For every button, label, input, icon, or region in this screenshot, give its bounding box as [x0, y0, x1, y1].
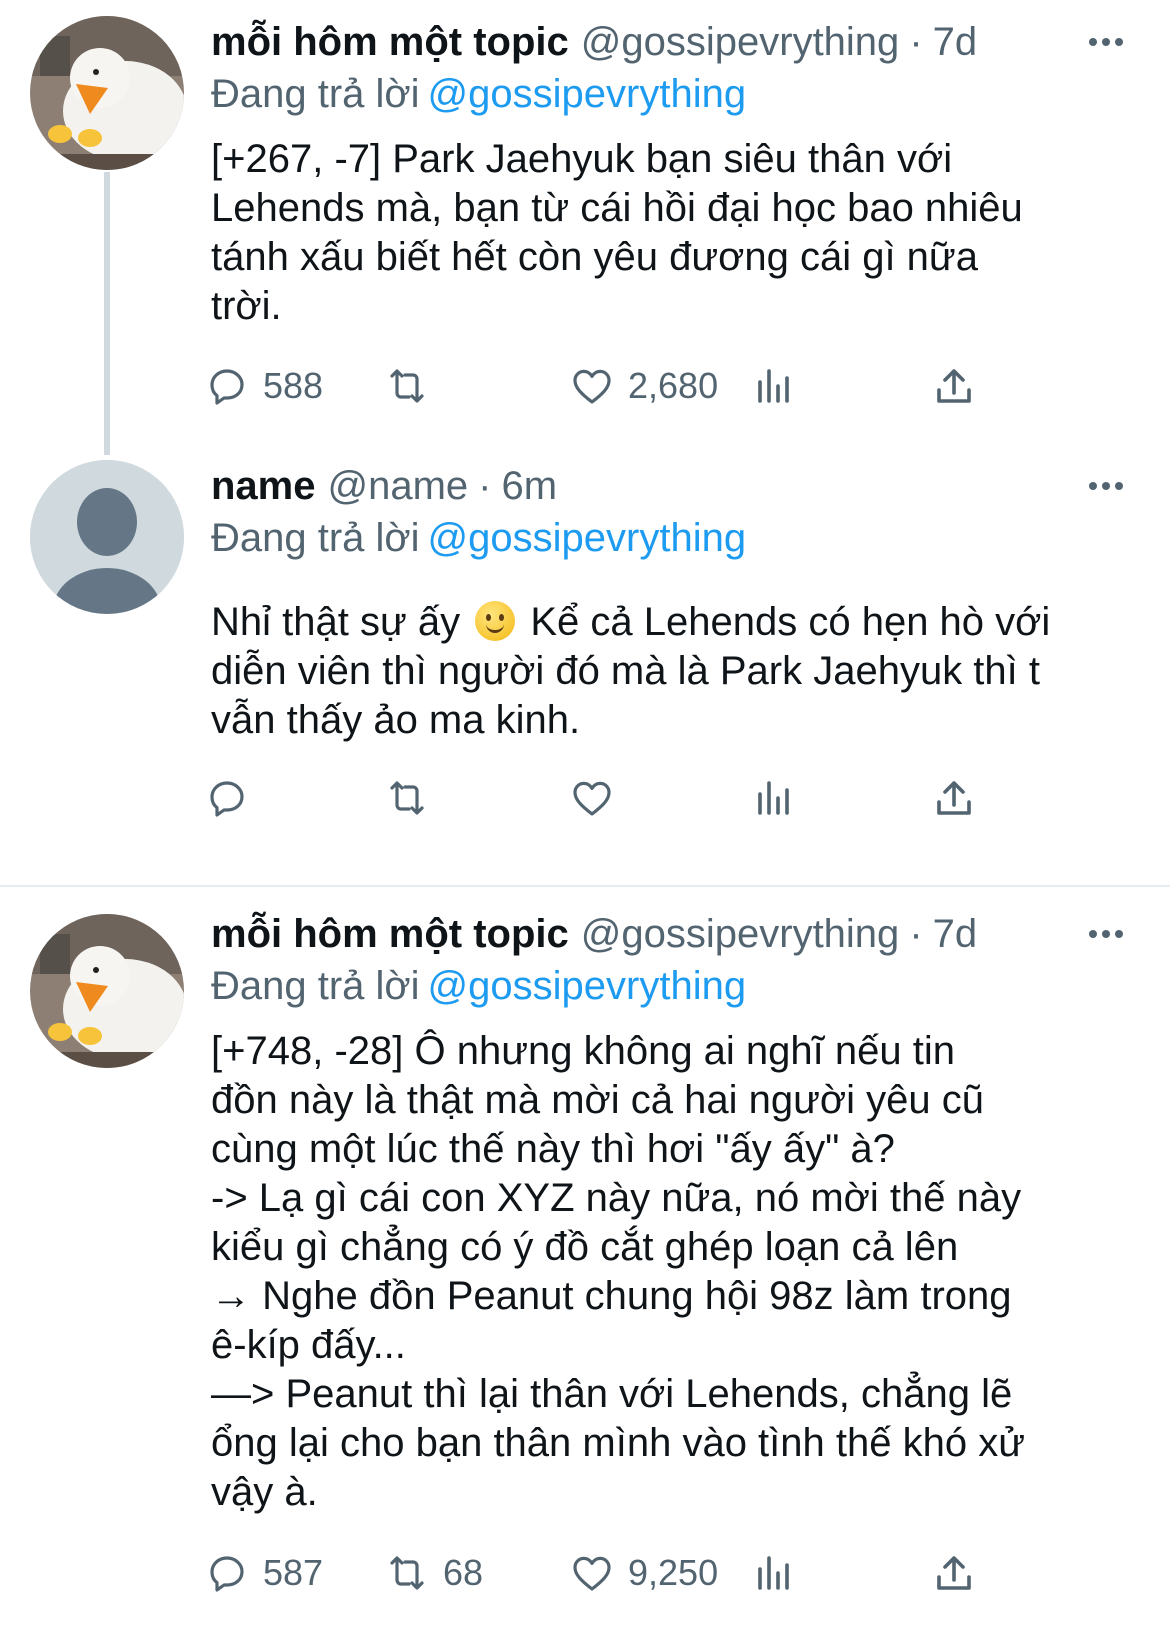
views-icon	[758, 781, 789, 815]
author-handle[interactable]: @name	[328, 460, 469, 512]
share-icon	[937, 1556, 971, 1590]
share-wrap	[0, 356, 1170, 416]
views-icon	[758, 1556, 789, 1590]
tweet[interactable]: name @name · 6m Đang trả lời @gossipevryt…	[0, 455, 1170, 843]
tweet-header: mỗi hôm một topic @gossipevrything · 7d	[211, 16, 1130, 68]
tweet-actions: 587 68 9,250	[0, 1543, 1170, 1603]
retweet-count: 68	[443, 1552, 484, 1593]
heart-icon	[573, 1556, 611, 1591]
more-options-icon[interactable]	[1082, 16, 1130, 68]
reply-button[interactable]	[203, 768, 251, 828]
share-button[interactable]	[930, 768, 978, 828]
replying-label: Đang trả lời	[211, 964, 420, 1008]
timestamp[interactable]: 7d	[933, 16, 978, 68]
tweet-text: Nhỉ thật sự ấy Kể cả Lehends có hẹn hò v…	[211, 598, 1130, 745]
replying-label: Đang trả lời	[211, 516, 420, 560]
retweet-button[interactable]	[383, 768, 431, 828]
like-button[interactable]	[568, 768, 616, 828]
slightly-smiling-face-emoji-icon	[475, 601, 516, 641]
more-options-icon[interactable]	[1082, 460, 1130, 512]
author-handle[interactable]: @gossipevrything	[581, 908, 900, 960]
share-icon	[937, 369, 971, 403]
separator-dot: ·	[909, 912, 923, 956]
replying-mention-link[interactable]: @gossipevrything	[428, 516, 747, 560]
like-button[interactable]: 9,250	[568, 1543, 718, 1603]
tweet[interactable]: mỗi hôm một topic @gossipevrything · 7d …	[0, 887, 1170, 1649]
views-button[interactable]	[750, 768, 798, 828]
retweet-icon	[390, 1556, 424, 1590]
replying-to: Đang trả lời @gossipevrything	[211, 512, 1130, 564]
timestamp[interactable]: 6m	[502, 460, 558, 512]
share-icon	[937, 781, 971, 815]
reply-icon	[210, 781, 244, 817]
tweet-text: [+748, -28] Ô nhưng không ai nghĩ nếu ti…	[211, 1029, 1025, 1514]
share-button[interactable]	[930, 1543, 978, 1603]
replying-to: Đang trả lời @gossipevrything	[211, 960, 1130, 1012]
more-options-icon[interactable]	[1082, 908, 1130, 960]
tweet[interactable]: mỗi hôm một topic @gossipevrything · 7d …	[0, 0, 1170, 455]
separator-dot: ·	[478, 464, 492, 508]
replying-to: Đang trả lời @gossipevrything	[211, 68, 1130, 120]
tweet-header: mỗi hôm một topic @gossipevrything · 7d	[211, 908, 1130, 960]
replying-mention-link[interactable]: @gossipevrything	[428, 964, 747, 1008]
duck-avatar-icon[interactable]	[30, 914, 184, 1068]
views-button[interactable]	[750, 1543, 798, 1603]
separator-dot: ·	[909, 20, 923, 64]
timestamp[interactable]: 7d	[933, 908, 978, 960]
like-count: 9,250	[628, 1552, 719, 1593]
reply-icon	[210, 1556, 244, 1592]
author-name[interactable]: mỗi hôm một topic	[211, 908, 569, 960]
default-user-avatar-icon[interactable]	[30, 460, 184, 614]
tweet-text-part: Nhỉ thật sự ấy	[211, 600, 461, 644]
retweet-icon	[390, 781, 424, 815]
reply-count: 587	[263, 1552, 324, 1593]
author-name[interactable]: name	[211, 460, 316, 512]
replying-label: Đang trả lời	[211, 72, 420, 116]
duck-avatar-icon[interactable]	[30, 16, 184, 170]
tweet-actions	[0, 768, 1170, 828]
share-button[interactable]	[930, 356, 978, 416]
replying-mention-link[interactable]: @gossipevrything	[428, 72, 747, 116]
reply-button[interactable]: 587	[203, 1543, 323, 1603]
tweet-text: [+267, -7] Park Jaehyuk bạn siêu thân vớ…	[211, 137, 1023, 328]
tweet-header: name @name · 6m	[211, 460, 1130, 512]
author-name[interactable]: mỗi hôm một topic	[211, 16, 569, 68]
retweet-button[interactable]: 68	[383, 1543, 483, 1603]
heart-icon	[573, 781, 611, 816]
author-handle[interactable]: @gossipevrything	[581, 16, 900, 68]
